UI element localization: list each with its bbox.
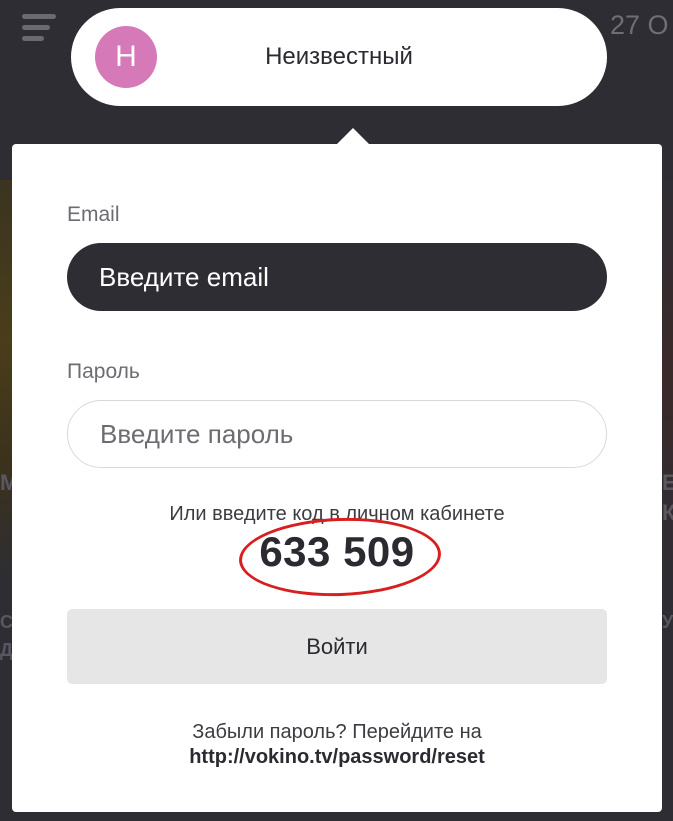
password-field[interactable]: Введите пароль: [67, 400, 607, 468]
user-profile-pill[interactable]: Н Неизвестный: [71, 8, 607, 106]
login-popup: Email Введите email Пароль Введите парол…: [12, 128, 662, 812]
forgot-password-text: Забыли пароль? Перейдите на: [192, 721, 482, 743]
menu-icon: [22, 14, 58, 44]
password-reset-link[interactable]: http://vokino.tv/password/reset: [12, 746, 662, 769]
password-placeholder: Введите пароль: [100, 418, 294, 449]
email-placeholder: Введите email: [99, 261, 269, 292]
background-date: 27 О: [610, 10, 669, 40]
login-button[interactable]: Войти: [67, 609, 607, 684]
background-poster-left: [0, 180, 12, 580]
background-text: Е: [662, 470, 673, 495]
email-field[interactable]: Введите email: [67, 243, 607, 311]
password-label: Пароль: [67, 360, 140, 383]
avatar: Н: [95, 26, 157, 88]
background-text: У: [662, 612, 673, 632]
popup-arrow: [337, 128, 369, 144]
email-label: Email: [67, 203, 120, 226]
background-text: К: [662, 500, 673, 525]
